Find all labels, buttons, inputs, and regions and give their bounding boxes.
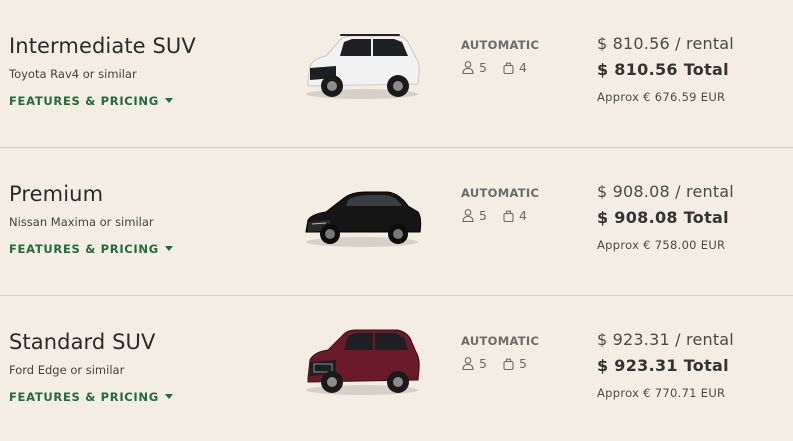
features-pricing-toggle[interactable]: FEATURES & PRICING bbox=[9, 94, 173, 108]
capacity-info: 5 4 bbox=[462, 60, 543, 75]
features-pricing-toggle[interactable]: FEATURES & PRICING bbox=[9, 390, 173, 404]
price-approx-eur: Approx € 758.00 EUR bbox=[597, 238, 726, 252]
caret-down-icon bbox=[164, 98, 173, 103]
vehicle-class-title: Standard SUV bbox=[9, 330, 156, 354]
features-pricing-label: FEATURES & PRICING bbox=[9, 390, 159, 404]
price-total: $ 810.56 Total bbox=[597, 60, 729, 79]
features-pricing-label: FEATURES & PRICING bbox=[9, 94, 159, 108]
passenger-count: 5 bbox=[479, 60, 487, 75]
passenger-icon bbox=[462, 209, 474, 222]
vehicle-model: Ford Edge or similar bbox=[9, 363, 125, 377]
vehicle-model: Nissan Maxima or similar bbox=[9, 215, 154, 229]
car-image bbox=[305, 191, 422, 247]
caret-down-icon bbox=[164, 394, 173, 399]
passenger-icon bbox=[462, 357, 474, 370]
passenger-icon bbox=[462, 61, 474, 74]
capacity-info: 5 4 bbox=[462, 208, 543, 223]
price-approx-eur: Approx € 770.71 EUR bbox=[597, 386, 726, 400]
bag-icon bbox=[503, 210, 514, 222]
price-approx-eur: Approx € 676.59 EUR bbox=[597, 90, 726, 104]
vehicle-model: Toyota Rav4 or similar bbox=[9, 67, 137, 81]
transmission-type: AUTOMATIC bbox=[461, 38, 540, 52]
features-pricing-toggle[interactable]: FEATURES & PRICING bbox=[9, 242, 173, 256]
vehicle-class-title: Intermediate SUV bbox=[9, 34, 196, 58]
vehicle-class-title: Premium bbox=[9, 182, 104, 206]
bag-count: 4 bbox=[518, 60, 527, 75]
car-image bbox=[306, 34, 420, 99]
vehicle-card: Premium Nissan Maxima or similar FEATURE… bbox=[0, 148, 793, 296]
caret-down-icon bbox=[164, 246, 173, 251]
bag-icon bbox=[503, 62, 514, 74]
bag-count: 4 bbox=[518, 208, 527, 223]
price-total: $ 908.08 Total bbox=[597, 208, 729, 227]
bag-count: 5 bbox=[518, 356, 527, 371]
price-total: $ 923.31 Total bbox=[597, 356, 729, 375]
transmission-type: AUTOMATIC bbox=[461, 334, 540, 348]
vehicle-card: Intermediate SUV Toyota Rav4 or similar … bbox=[0, 0, 793, 148]
transmission-type: AUTOMATIC bbox=[461, 186, 540, 200]
passenger-count: 5 bbox=[479, 356, 487, 371]
price-per-rental: $ 923.31 / rental bbox=[597, 330, 734, 349]
car-image bbox=[306, 329, 420, 395]
vehicle-list: Intermediate SUV Toyota Rav4 or similar … bbox=[0, 0, 793, 441]
price-per-rental: $ 810.56 / rental bbox=[597, 34, 734, 53]
features-pricing-label: FEATURES & PRICING bbox=[9, 242, 159, 256]
price-per-rental: $ 908.08 / rental bbox=[597, 182, 734, 201]
bag-icon bbox=[503, 358, 514, 370]
vehicle-card: Standard SUV Ford Edge or similar FEATUR… bbox=[0, 296, 793, 441]
capacity-info: 5 5 bbox=[462, 356, 543, 371]
passenger-count: 5 bbox=[479, 208, 487, 223]
